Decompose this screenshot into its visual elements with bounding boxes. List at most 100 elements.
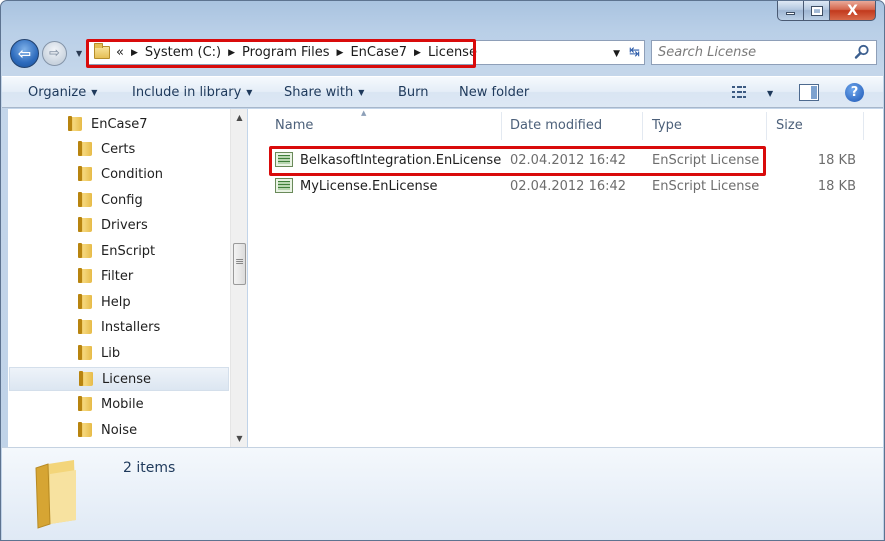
file-size: 18 KB: [817, 153, 856, 168]
tree-item-enscript[interactable]: EnScript: [78, 239, 155, 263]
breadcrumb: « ▶ System (C:) ▶ Program Files ▶ EnCase…: [88, 41, 477, 64]
organize-button[interactable]: Organize ▼: [28, 85, 97, 100]
tree-item-label: Noise: [101, 422, 138, 438]
caption-buttons: X: [777, 1, 876, 22]
folder-icon: [78, 268, 92, 283]
search-input[interactable]: [658, 41, 848, 63]
folder-icon: [78, 166, 92, 181]
tree-item-mobile[interactable]: Mobile: [78, 392, 144, 416]
enlicense-file-icon: [275, 152, 293, 167]
tree-item-certs[interactable]: Certs: [78, 137, 135, 161]
file-row[interactable]: MyLicense.EnLicense 02.04.2012 16:42 EnS…: [268, 176, 868, 198]
folder-icon: [78, 243, 92, 258]
column-header-type[interactable]: Type: [652, 118, 682, 133]
new-folder-button[interactable]: New folder: [459, 85, 529, 100]
tree-item-lib[interactable]: Lib: [78, 341, 120, 365]
view-options-chevron-icon[interactable]: ▼: [767, 89, 773, 98]
tree-item-label: Condition: [101, 166, 164, 182]
column-header-size[interactable]: Size: [776, 118, 803, 133]
chevron-down-icon: ▼: [246, 88, 253, 97]
breadcrumb-overflow[interactable]: «: [116, 45, 124, 60]
tree-item-label: EnScript: [101, 243, 156, 259]
file-date-modified: 02.04.2012 16:42: [510, 153, 627, 168]
file-type: EnScript License: [652, 179, 760, 194]
breadcrumb-separator-icon[interactable]: ▶: [228, 48, 235, 58]
tree-item-label: License: [102, 371, 152, 387]
tree-item-license[interactable]: License: [9, 367, 229, 391]
item-count: 2 items: [123, 460, 176, 476]
close-button[interactable]: X: [830, 1, 876, 21]
change-view-icon[interactable]: [732, 85, 749, 100]
tree-item-encase7[interactable]: EnCase7: [68, 112, 148, 136]
breadcrumb-program-files[interactable]: Program Files: [242, 45, 330, 60]
column-header-name[interactable]: Name: [275, 118, 313, 133]
include-in-library-button[interactable]: Include in library ▼: [132, 85, 252, 100]
scroll-down-icon[interactable]: ▼: [231, 430, 248, 447]
navigation-scrollbar[interactable]: ▲ ▼: [230, 109, 247, 447]
breadcrumb-separator-icon[interactable]: ▶: [131, 48, 138, 58]
tree-item-label: Filter: [101, 268, 134, 284]
search-icon[interactable]: [854, 44, 870, 60]
folder-icon: [68, 116, 82, 131]
column-divider[interactable]: [642, 112, 643, 140]
share-with-button[interactable]: Share with ▼: [284, 85, 364, 100]
breadcrumb-separator-icon[interactable]: ▶: [337, 48, 344, 58]
minimize-icon: [786, 12, 795, 15]
minimize-button[interactable]: [777, 1, 804, 21]
forward-arrow-icon: ⇨: [49, 46, 60, 61]
chevron-down-icon: ▼: [358, 88, 365, 97]
file-type: EnScript License: [652, 153, 760, 168]
scroll-up-icon[interactable]: ▲: [231, 109, 248, 126]
folder-icon: [78, 319, 92, 334]
tree-item-label: Installers: [101, 319, 161, 335]
tree-item-config[interactable]: Config: [78, 188, 143, 212]
tree-item-drivers[interactable]: Drivers: [78, 213, 148, 237]
explorer-window: X ⇦ ⇨ ▼ « ▶ System (C:) ▶ Program Files …: [0, 0, 885, 541]
folder-large-icon: [35, 460, 76, 529]
refresh-icon[interactable]: ↹: [629, 45, 640, 60]
close-icon: X: [847, 2, 858, 19]
chevron-down-icon: ▼: [91, 88, 98, 97]
folder-icon: [78, 192, 92, 207]
command-toolbar: Organize ▼ Include in library ▼ Share with…: [2, 76, 883, 108]
tree-item-condition[interactable]: Condition: [78, 162, 163, 186]
search-box: [651, 40, 877, 65]
folder-icon: [78, 345, 92, 360]
file-size: 18 KB: [817, 179, 856, 194]
breadcrumb-system-c[interactable]: System (C:): [145, 45, 221, 60]
folder-icon: [78, 422, 92, 437]
burn-button[interactable]: Burn: [398, 85, 429, 100]
help-icon[interactable]: ?: [845, 83, 864, 102]
breadcrumb-license[interactable]: License: [428, 45, 477, 60]
file-row[interactable]: BelkasoftIntegration.EnLicense 02.04.201…: [268, 150, 868, 172]
column-divider[interactable]: [766, 112, 767, 140]
address-dropdown-icon[interactable]: ▼: [613, 49, 620, 59]
share-with-label: Share with: [284, 85, 354, 100]
tree-item-filter[interactable]: Filter: [78, 264, 133, 288]
recent-pages-dropdown[interactable]: ▼: [76, 49, 82, 58]
breadcrumb-separator-icon[interactable]: ▶: [414, 48, 421, 58]
maximize-button[interactable]: [804, 1, 830, 21]
tree-item-noise[interactable]: Noise: [78, 418, 137, 442]
file-date-modified: 02.04.2012 16:42: [510, 179, 627, 194]
folder-icon: [94, 43, 110, 59]
navigation-bar: ⇦ ⇨ ▼ « ▶ System (C:) ▶ Program Files ▶ …: [1, 37, 884, 68]
tree-item-label: Drivers: [101, 217, 148, 233]
file-name: BelkasoftIntegration.EnLicense: [300, 153, 502, 168]
preview-pane-icon[interactable]: [799, 84, 819, 101]
column-header-date-modified[interactable]: Date modified: [510, 118, 602, 133]
column-divider[interactable]: [501, 112, 502, 140]
maximize-icon: [810, 5, 823, 16]
details-pane: 2 items: [2, 447, 883, 540]
breadcrumb-encase7[interactable]: EnCase7: [350, 45, 407, 60]
tree-item-help[interactable]: Help: [78, 290, 131, 314]
tree-item-installers[interactable]: Installers: [78, 315, 160, 339]
include-in-library-label: Include in library: [132, 85, 242, 100]
folder-icon: [78, 141, 92, 156]
scroll-thumb[interactable]: [233, 243, 246, 285]
address-bar[interactable]: « ▶ System (C:) ▶ Program Files ▶ EnCase…: [87, 40, 645, 65]
tree-item-label: Certs: [101, 141, 136, 157]
column-divider[interactable]: [863, 112, 864, 140]
back-button[interactable]: ⇦: [10, 39, 39, 68]
forward-button[interactable]: ⇨: [42, 41, 67, 66]
